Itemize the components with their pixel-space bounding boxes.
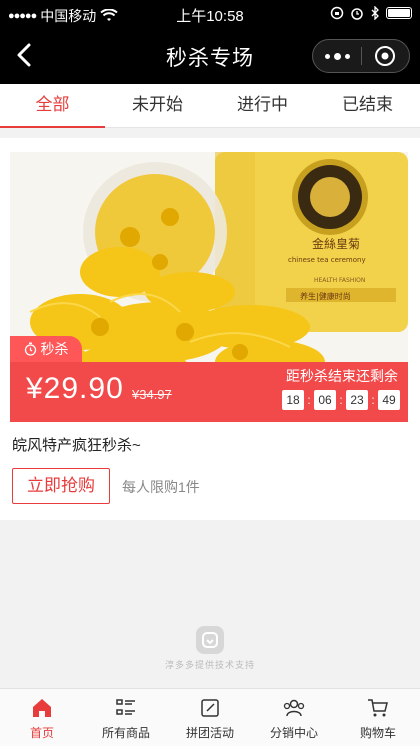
footer-brand: 淳多多提供技术支持 (0, 626, 420, 671)
tab-distribution-label: 分销中心 (269, 726, 318, 740)
tab-in-progress[interactable]: 进行中 (210, 84, 315, 127)
people-icon (283, 699, 305, 717)
navigation-bar: 秒杀专场 (0, 28, 420, 84)
mini-program-capsule (312, 39, 410, 73)
tab-cart-label: 购物车 (359, 726, 396, 740)
tab-not-started[interactable]: 未开始 (105, 84, 210, 127)
edit-icon (201, 699, 219, 717)
countdown-minutes: 23 (346, 390, 368, 410)
package-sub-text: chinese tea ceremony (288, 256, 366, 264)
flash-sale-badge: 秒杀 (10, 336, 82, 362)
more-icon[interactable] (313, 40, 361, 72)
tab-group-buy[interactable]: 拼团活动 (168, 689, 252, 746)
stopwatch-icon (24, 342, 36, 356)
countdown-separator: : (371, 393, 375, 407)
package-tag-text: 养生|健康时尚 (300, 291, 351, 301)
flash-sale-card: 金絲皇菊 chinese tea ceremony HEALTH FASHION… (0, 138, 420, 520)
countdown-hours: 06 (314, 390, 336, 410)
countdown-days: 18 (282, 390, 304, 410)
tab-ended[interactable]: 已结束 (315, 84, 420, 127)
tab-distribution[interactable]: 分销中心 (252, 689, 336, 746)
package-small-text: HEALTH FASHION (314, 277, 365, 284)
tab-cart[interactable]: 购物车 (336, 689, 420, 746)
purchase-limit: 每人限购1件 (122, 479, 200, 495)
badge-label: 秒杀 (40, 341, 69, 357)
countdown-timer: 18 : 06 : 23 : 49 (282, 390, 400, 410)
cart-icon (368, 699, 388, 717)
tab-all-products[interactable]: 所有商品 (84, 689, 168, 746)
lock-rotation-icon (330, 6, 344, 20)
status-bar: ●●●●● 中国移动 上午10:58 (0, 0, 420, 28)
tab-all-products-label: 所有商品 (101, 726, 150, 740)
countdown-separator: : (339, 393, 343, 407)
brand-logo-icon (196, 626, 224, 654)
tab-home[interactable]: 首页 (0, 689, 84, 746)
footer-support-text: 淳多多提供技术支持 (164, 660, 255, 670)
product-name[interactable]: 皖风特产疯狂秒杀~ (12, 434, 141, 455)
list-icon (116, 699, 135, 715)
sale-price: ¥29.90 (26, 372, 124, 405)
tab-all[interactable]: 全部 (0, 84, 105, 128)
alarm-icon (351, 8, 363, 20)
bottom-tab-bar: 首页 所有商品 拼团活动 分销中心 购物车 (0, 688, 420, 746)
home-icon (33, 699, 51, 717)
bluetooth-icon (371, 6, 379, 20)
tab-home-label: 首页 (29, 726, 54, 740)
original-price: ¥34.97 (132, 387, 172, 402)
package-brand-text: 金絲皇菊 (312, 236, 360, 251)
countdown-separator: : (307, 393, 311, 407)
filter-tabs: 全部 未开始 进行中 已结束 (0, 84, 420, 128)
price-bar: ¥29.90 ¥34.97 距秒杀结束还剩余 18 : 06 : 23 : 49 (10, 362, 408, 422)
battery-icon (386, 7, 412, 19)
countdown-label: 距秒杀结束还剩余 (286, 368, 398, 384)
tab-group-buy-label: 拼团活动 (185, 726, 234, 740)
close-mini-program-icon[interactable] (362, 40, 409, 72)
price-band: 秒杀 ¥29.90 ¥34.97 距秒杀结束还剩余 18 : 06 : 23 :… (10, 336, 408, 422)
buy-now-button[interactable]: 立即抢购 (12, 468, 110, 504)
countdown-seconds: 49 (378, 390, 400, 410)
